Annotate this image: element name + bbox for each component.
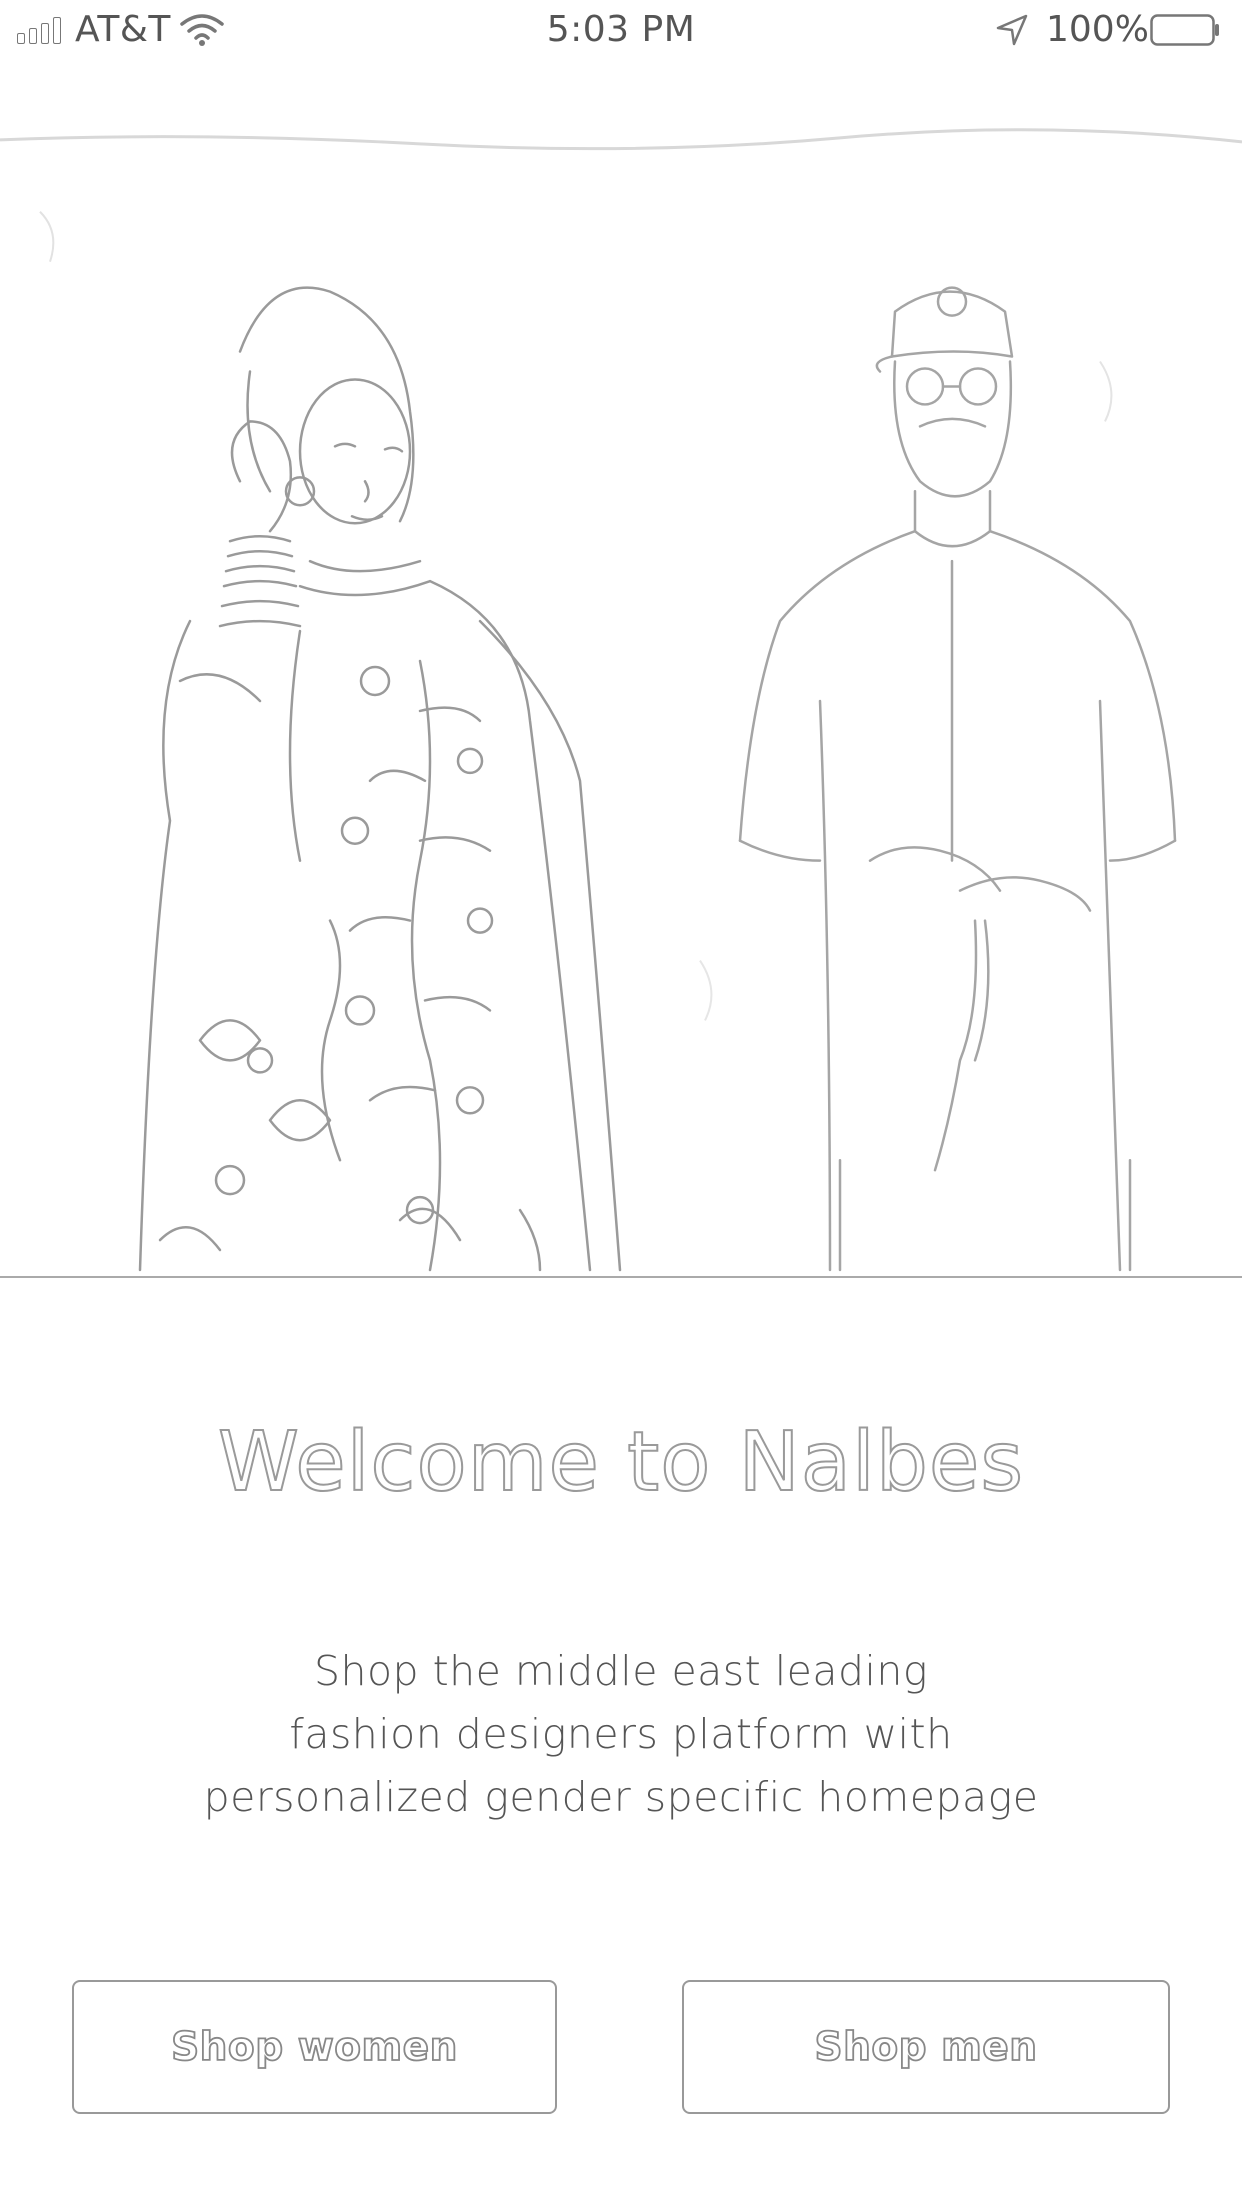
shop-men-label: Shop men <box>814 2024 1038 2071</box>
shop-men-button[interactable]: Shop men <box>682 1980 1170 2114</box>
hero-image <box>0 62 1242 1278</box>
tagline-line-2: fashion designers platform with <box>289 1710 953 1758</box>
status-bar: AT&T 5:03 PM 100% <box>0 0 1242 62</box>
battery-percent: 100% <box>1046 9 1149 50</box>
tagline-line-1: Shop the middle east leading <box>313 1647 929 1695</box>
shop-women-button[interactable]: Shop women <box>72 1980 557 2114</box>
battery-icon <box>1150 14 1219 46</box>
tagline-line-3: personalized gender specific homepage <box>203 1773 1039 1821</box>
tagline: Shop the middle east leading fashion des… <box>121 1640 1121 1829</box>
fashion-models-illustration <box>0 128 1242 1272</box>
welcome-title: Welcome to Nalbes <box>217 1414 1025 1511</box>
location-arrow-icon <box>996 14 1028 46</box>
shop-women-label: Shop women <box>170 2024 458 2071</box>
